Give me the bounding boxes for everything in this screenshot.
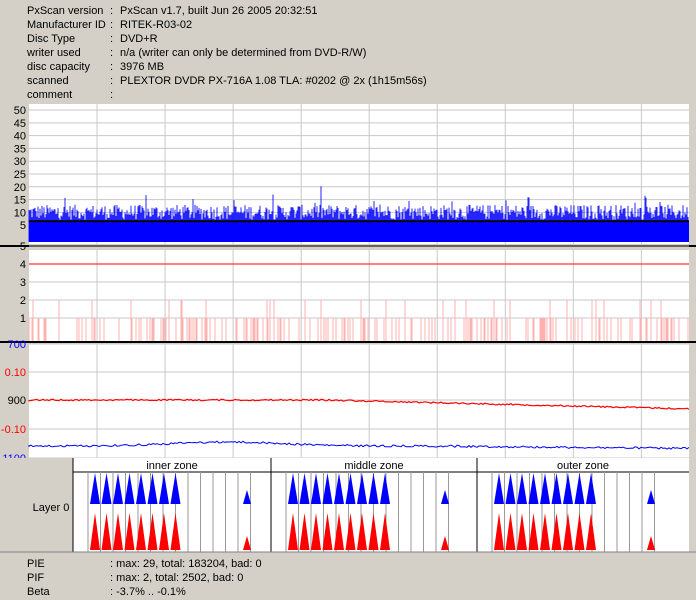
summary-label: PIE — [27, 558, 45, 570]
info-value: n/a (writer can only be determined from … — [120, 47, 367, 59]
pif-tick-label: 5 — [20, 241, 26, 253]
pie-tick-label: 10 — [14, 207, 26, 219]
info-row: Manufacturer ID: RITEK-R03-02 — [0, 19, 696, 33]
info-separator: : — [110, 33, 114, 45]
pie-tick-label: 45 — [14, 118, 26, 130]
scan-chart: 5045403530252015105543217000.10900-0.101… — [0, 104, 696, 553]
zone-label: outer zone — [557, 460, 609, 472]
pif-tick-label: 3 — [20, 277, 26, 289]
beta-tick-label: -0.10 — [1, 424, 26, 436]
info-separator: : — [110, 75, 114, 87]
info-label: writer used — [27, 47, 81, 59]
info-value: PxScan v1.7, built Jun 26 2005 20:32:51 — [120, 5, 318, 17]
pif-tick-label: 1 — [20, 313, 26, 325]
beta-tick-label: 900 — [8, 395, 26, 407]
info-separator: : — [110, 61, 114, 73]
summary-label: Beta — [27, 586, 50, 598]
zones-row-label: Layer 0 — [33, 502, 70, 514]
zone-label: middle zone — [344, 460, 403, 472]
summary-row: PIE : max: 29, total: 183204, bad: 0 — [0, 558, 696, 572]
info-label: disc capacity — [27, 61, 90, 73]
pie-tick-label: 50 — [14, 105, 26, 117]
summary-label: PIF — [27, 572, 45, 584]
scan-summary-panel: PIE : max: 29, total: 183204, bad: 0 PIF : … — [0, 556, 696, 600]
pie-baseline-band — [29, 222, 689, 242]
zone-label: inner zone — [146, 460, 197, 472]
pif-tick-label: 4 — [20, 259, 26, 271]
summary-row: PIF : max: 2, total: 2502, bad: 0 — [0, 572, 696, 586]
summary-value: : max: 2, total: 2502, bad: 0 — [110, 572, 244, 584]
info-value: RITEK-R03-02 — [120, 19, 193, 31]
beta-tick-label: 0.10 — [5, 367, 26, 379]
pie-tick-label: 40 — [14, 131, 26, 143]
pie-tick-label: 35 — [14, 143, 26, 155]
summary-value: : -3.7% .. -0.1% — [110, 586, 186, 598]
info-value: DVD+R — [120, 33, 158, 45]
info-separator: : — [110, 47, 114, 59]
pie-tick-label: 5 — [20, 220, 26, 232]
info-label: scanned — [27, 75, 69, 87]
info-separator: : — [110, 5, 114, 17]
pif-tick-label: 2 — [20, 295, 26, 307]
disc-info-panel: PxScan version: PxScan v1.7, built Jun 26… — [0, 0, 696, 104]
summary-value: : max: 29, total: 183204, bad: 0 — [110, 558, 262, 570]
info-value: 3976 MB — [120, 61, 165, 73]
info-label: comment — [27, 89, 73, 101]
info-row: scanned: PLEXTOR DVDR PX-716A 1.08 TLA: #… — [0, 75, 696, 89]
info-row: PxScan version: PxScan v1.7, built Jun 26… — [0, 5, 696, 19]
info-row: comment: — [0, 89, 696, 103]
info-row: disc capacity:3976 MB — [0, 61, 696, 75]
info-value: PLEXTOR DVDR PX-716A 1.08 TLA: #0202 @ 2… — [120, 75, 427, 87]
info-separator: : — [110, 89, 114, 101]
info-row: writer used: n/a (writer can only be dete… — [0, 47, 696, 61]
pie-tick-label: 25 — [14, 169, 26, 181]
info-label: PxScan version — [27, 5, 104, 17]
summary-row: Beta : -3.7% .. -0.1% — [0, 586, 696, 600]
info-row: Disc Type: DVD+R — [0, 33, 696, 47]
pie-tick-label: 30 — [14, 156, 26, 168]
beta-tick-label: 700 — [8, 339, 26, 351]
info-label: Disc Type — [27, 33, 76, 45]
info-separator: : — [110, 19, 114, 31]
info-label: Manufacturer ID — [27, 19, 106, 31]
pie-tick-label: 20 — [14, 182, 26, 194]
pie-tick-label: 15 — [14, 195, 26, 207]
